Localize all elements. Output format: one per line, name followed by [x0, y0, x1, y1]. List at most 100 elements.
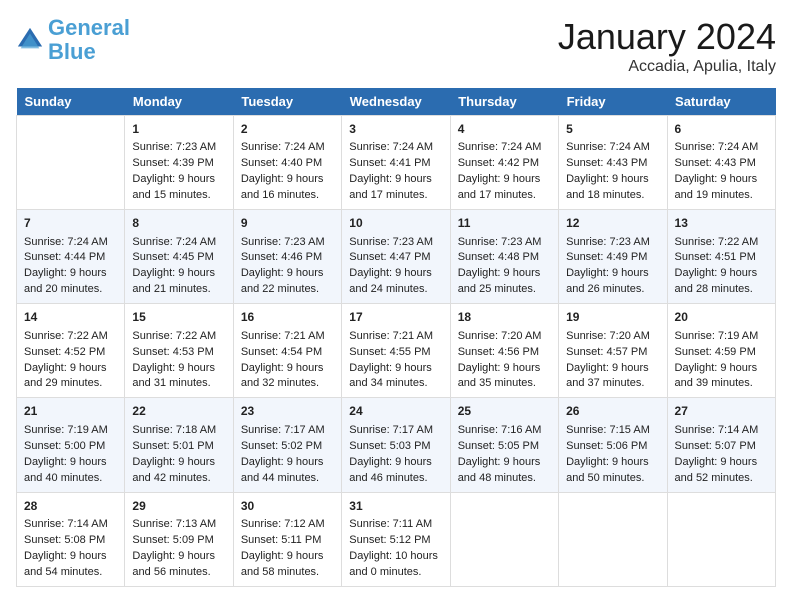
- day-info: Sunrise: 7:23 AM: [241, 235, 334, 251]
- calendar-cell: 2Sunrise: 7:24 AMSunset: 4:40 PMDaylight…: [233, 116, 341, 210]
- day-info: Sunrise: 7:20 AM: [566, 329, 659, 345]
- day-number: 10: [349, 215, 442, 232]
- day-info: Daylight: 9 hours: [349, 455, 442, 471]
- day-info: Daylight: 9 hours: [458, 266, 551, 282]
- calendar-cell: [667, 492, 775, 586]
- calendar-table: SundayMondayTuesdayWednesdayThursdayFrid…: [16, 88, 776, 587]
- day-number: 11: [458, 215, 551, 232]
- day-info: and 35 minutes.: [458, 376, 551, 392]
- day-number: 9: [241, 215, 334, 232]
- page-header: General Blue January 2024 Accadia, Apuli…: [16, 16, 776, 76]
- day-info: and 21 minutes.: [132, 282, 225, 298]
- day-info: Sunset: 4:57 PM: [566, 345, 659, 361]
- day-info: Sunset: 4:55 PM: [349, 345, 442, 361]
- day-info: Sunset: 5:06 PM: [566, 439, 659, 455]
- weekday-header-row: SundayMondayTuesdayWednesdayThursdayFrid…: [17, 88, 776, 116]
- day-info: and 28 minutes.: [675, 282, 768, 298]
- day-number: 16: [241, 309, 334, 326]
- day-info: Daylight: 9 hours: [458, 455, 551, 471]
- calendar-cell: 27Sunrise: 7:14 AMSunset: 5:07 PMDayligh…: [667, 398, 775, 492]
- day-info: and 18 minutes.: [566, 188, 659, 204]
- calendar-cell: 9Sunrise: 7:23 AMSunset: 4:46 PMDaylight…: [233, 210, 341, 304]
- calendar-week-row: 21Sunrise: 7:19 AMSunset: 5:00 PMDayligh…: [17, 398, 776, 492]
- day-info: Daylight: 9 hours: [24, 361, 117, 377]
- day-info: Sunrise: 7:24 AM: [566, 140, 659, 156]
- day-info: Sunset: 4:45 PM: [132, 250, 225, 266]
- logo: General Blue: [16, 16, 130, 64]
- calendar-cell: 22Sunrise: 7:18 AMSunset: 5:01 PMDayligh…: [125, 398, 233, 492]
- day-info: and 44 minutes.: [241, 471, 334, 487]
- day-number: 2: [241, 121, 334, 138]
- calendar-cell: [559, 492, 667, 586]
- day-info: Sunrise: 7:22 AM: [132, 329, 225, 345]
- day-info: Sunset: 5:09 PM: [132, 533, 225, 549]
- day-info: and 22 minutes.: [241, 282, 334, 298]
- day-info: and 19 minutes.: [675, 188, 768, 204]
- day-info: Sunrise: 7:19 AM: [24, 423, 117, 439]
- day-info: Daylight: 9 hours: [241, 266, 334, 282]
- day-info: Sunrise: 7:24 AM: [241, 140, 334, 156]
- day-info: Sunset: 4:53 PM: [132, 345, 225, 361]
- day-number: 30: [241, 498, 334, 515]
- day-number: 17: [349, 309, 442, 326]
- day-info: Daylight: 9 hours: [349, 266, 442, 282]
- day-info: and 37 minutes.: [566, 376, 659, 392]
- day-info: and 15 minutes.: [132, 188, 225, 204]
- day-info: Sunset: 4:42 PM: [458, 156, 551, 172]
- day-number: 24: [349, 403, 442, 420]
- day-info: Daylight: 9 hours: [24, 266, 117, 282]
- day-info: Sunset: 5:08 PM: [24, 533, 117, 549]
- day-number: 23: [241, 403, 334, 420]
- day-info: Sunrise: 7:18 AM: [132, 423, 225, 439]
- day-info: Daylight: 9 hours: [24, 455, 117, 471]
- day-number: 29: [132, 498, 225, 515]
- day-info: Sunrise: 7:20 AM: [458, 329, 551, 345]
- day-info: and 16 minutes.: [241, 188, 334, 204]
- day-info: Daylight: 9 hours: [566, 455, 659, 471]
- calendar-cell: 8Sunrise: 7:24 AMSunset: 4:45 PMDaylight…: [125, 210, 233, 304]
- day-info: Sunrise: 7:12 AM: [241, 517, 334, 533]
- calendar-cell: 4Sunrise: 7:24 AMSunset: 4:42 PMDaylight…: [450, 116, 558, 210]
- calendar-cell: 11Sunrise: 7:23 AMSunset: 4:48 PMDayligh…: [450, 210, 558, 304]
- logo-text: General Blue: [48, 16, 130, 64]
- day-info: Daylight: 9 hours: [132, 266, 225, 282]
- day-info: Sunrise: 7:11 AM: [349, 517, 442, 533]
- day-info: Sunset: 4:51 PM: [675, 250, 768, 266]
- day-number: 28: [24, 498, 117, 515]
- calendar-cell: 16Sunrise: 7:21 AMSunset: 4:54 PMDayligh…: [233, 304, 341, 398]
- day-info: Sunset: 5:11 PM: [241, 533, 334, 549]
- day-number: 13: [675, 215, 768, 232]
- day-number: 18: [458, 309, 551, 326]
- day-info: Daylight: 9 hours: [132, 455, 225, 471]
- day-number: 15: [132, 309, 225, 326]
- day-number: 6: [675, 121, 768, 138]
- day-info: Sunset: 5:12 PM: [349, 533, 442, 549]
- day-info: and 56 minutes.: [132, 565, 225, 581]
- weekday-friday: Friday: [559, 88, 667, 116]
- day-info: Sunset: 4:40 PM: [241, 156, 334, 172]
- day-info: and 17 minutes.: [458, 188, 551, 204]
- day-info: Sunset: 4:56 PM: [458, 345, 551, 361]
- day-info: Sunrise: 7:23 AM: [349, 235, 442, 251]
- calendar-cell: 12Sunrise: 7:23 AMSunset: 4:49 PMDayligh…: [559, 210, 667, 304]
- day-number: 22: [132, 403, 225, 420]
- day-info: and 34 minutes.: [349, 376, 442, 392]
- day-info: and 24 minutes.: [349, 282, 442, 298]
- day-info: and 20 minutes.: [24, 282, 117, 298]
- calendar-cell: 19Sunrise: 7:20 AMSunset: 4:57 PMDayligh…: [559, 304, 667, 398]
- day-number: 3: [349, 121, 442, 138]
- day-info: Sunrise: 7:14 AM: [675, 423, 768, 439]
- day-info: Sunset: 4:54 PM: [241, 345, 334, 361]
- weekday-wednesday: Wednesday: [342, 88, 450, 116]
- day-info: Daylight: 9 hours: [24, 549, 117, 565]
- day-info: Sunset: 4:59 PM: [675, 345, 768, 361]
- day-info: Sunrise: 7:24 AM: [132, 235, 225, 251]
- calendar-cell: 30Sunrise: 7:12 AMSunset: 5:11 PMDayligh…: [233, 492, 341, 586]
- day-info: Daylight: 9 hours: [349, 361, 442, 377]
- calendar-cell: 25Sunrise: 7:16 AMSunset: 5:05 PMDayligh…: [450, 398, 558, 492]
- day-info: Sunset: 5:05 PM: [458, 439, 551, 455]
- day-info: Sunrise: 7:23 AM: [132, 140, 225, 156]
- day-info: Daylight: 9 hours: [132, 172, 225, 188]
- day-info: Sunset: 5:07 PM: [675, 439, 768, 455]
- logo-line2: Blue: [48, 39, 96, 64]
